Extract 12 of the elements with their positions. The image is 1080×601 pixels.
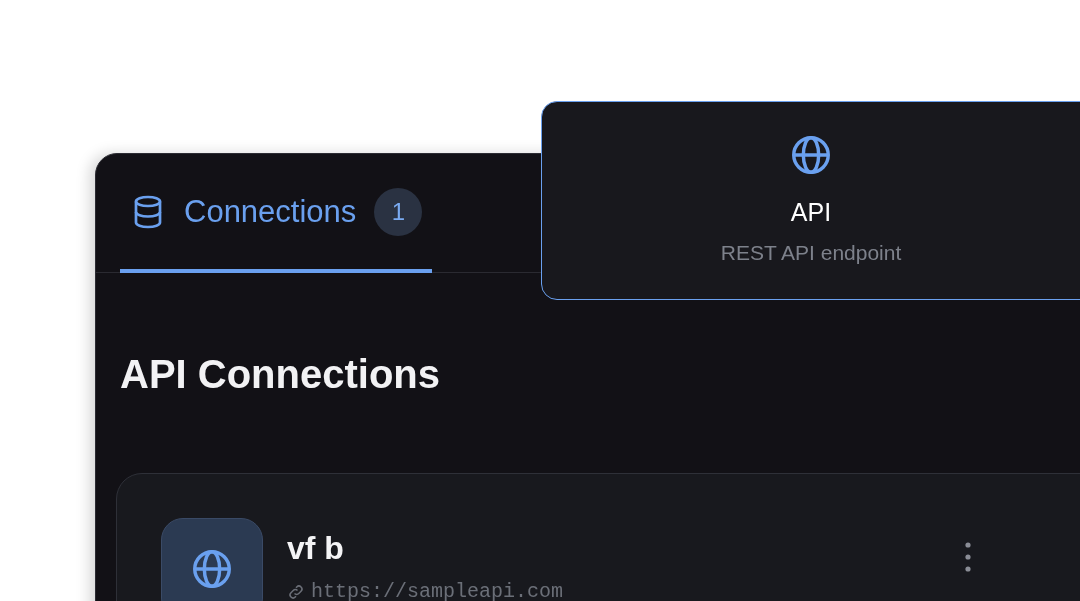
connection-url: https://sampleapi.com	[311, 580, 564, 601]
card-title: API	[790, 198, 832, 227]
link-icon	[287, 582, 305, 601]
more-options-icon[interactable]	[965, 542, 971, 572]
count-badge: 1	[374, 187, 423, 236]
connection-card[interactable]: vf b https://sampleapi.com	[116, 473, 1080, 601]
globe-tile-icon	[161, 518, 263, 601]
connection-name: vf b	[287, 530, 345, 566]
card-subtitle: REST API endpoint	[720, 241, 902, 265]
section-heading: API Connections	[120, 351, 442, 398]
api-type-card[interactable]: API REST API endpoint	[541, 101, 1080, 300]
connections-tab[interactable]: Connections 1	[120, 154, 433, 273]
